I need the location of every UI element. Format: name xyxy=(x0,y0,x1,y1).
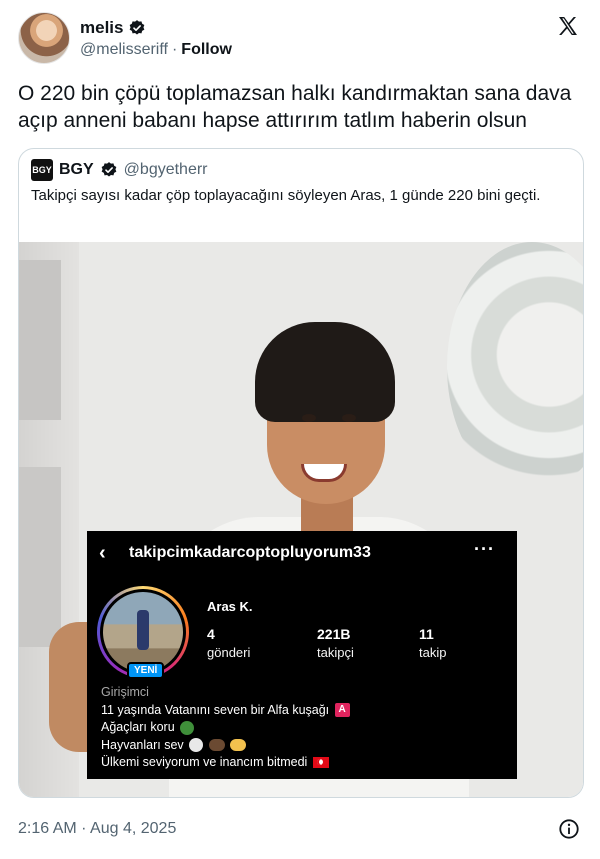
photo-wall-panel xyxy=(19,467,61,647)
photo-hair xyxy=(255,322,395,422)
instagram-profile-overlay: ‹ takipcimkadarcoptopluyorum33 ··· YENİ … xyxy=(87,531,517,779)
quoted-author-name[interactable]: BGY xyxy=(59,161,94,179)
rabbit-emoji-icon xyxy=(189,738,204,753)
ig-bio-category: Girişimci xyxy=(101,685,149,699)
ig-bio-line: Hayvanları sev xyxy=(101,737,350,755)
author-handle[interactable]: @melisseriff xyxy=(80,41,168,59)
more-options-icon[interactable]: ··· xyxy=(474,539,495,560)
ig-full-name: Aras K. xyxy=(207,599,253,614)
tweet-footer: 2:16 AM · Aug 4, 2025 xyxy=(18,818,584,842)
quoted-header: BGY BGY @bgyetherr xyxy=(31,159,208,181)
author-handle-row: @melisseriff · Follow xyxy=(80,41,232,59)
photo-eye xyxy=(342,414,356,422)
ig-avatar-photo xyxy=(103,592,183,672)
ig-stat-followers[interactable]: 221B takipçi xyxy=(317,626,354,660)
quoted-photo[interactable]: ‹ takipcimkadarcoptopluyorum33 ··· YENİ … xyxy=(19,242,583,797)
tree-emoji-icon xyxy=(180,720,195,735)
quoted-text: Takipçi sayısı kadar çöp toplayacağını s… xyxy=(31,187,541,204)
new-badge: YENİ xyxy=(127,662,165,679)
photo-mirror xyxy=(447,242,583,492)
info-icon[interactable] xyxy=(558,818,580,840)
ig-stat-posts[interactable]: 4 gönderi xyxy=(207,626,250,660)
heart-hands-emoji-icon xyxy=(230,739,247,752)
back-chevron-icon[interactable]: ‹ xyxy=(99,542,106,565)
verified-badge-icon xyxy=(101,162,117,177)
quoted-tweet[interactable]: BGY BGY @bgyetherr Takipçi sayısı kadar … xyxy=(18,148,584,798)
tweet-header: melis @melisseriff · Follow xyxy=(18,12,584,68)
ig-stat-following[interactable]: 11 takip xyxy=(419,626,446,660)
timestamp[interactable]: 2:16 AM · Aug 4, 2025 xyxy=(18,820,176,838)
verified-badge-icon xyxy=(130,20,145,35)
turkish-flag-emoji-icon xyxy=(312,757,329,769)
quoted-avatar[interactable]: BGY xyxy=(31,159,53,181)
author-name[interactable]: melis xyxy=(80,18,123,38)
follow-button[interactable]: Follow xyxy=(181,41,232,59)
ig-bio-line: Ülkemi seviyorum ve inancım bitmedi xyxy=(101,754,350,772)
quoted-author-handle[interactable]: @bgyetherr xyxy=(124,161,208,179)
author-avatar[interactable] xyxy=(18,12,70,64)
ig-bio: Girişimci 11 yaşında Vatanını seven bir … xyxy=(101,684,350,772)
tweet-text: O 220 bin çöpü toplamazsan halkı kandırm… xyxy=(18,82,572,132)
ig-bio-line: 11 yaşında Vatanını seven bir Alfa kuşağ… xyxy=(101,702,350,720)
photo-wall-panel xyxy=(19,260,61,420)
ig-bio-line: Ağaçları koru xyxy=(101,719,350,737)
x-logo-icon[interactable] xyxy=(556,14,580,38)
ig-username: takipcimkadarcoptopluyorum33 xyxy=(129,544,371,561)
red-a-badge-icon: A xyxy=(334,703,350,718)
boar-emoji-icon xyxy=(208,739,225,752)
author-name-row: melis xyxy=(80,18,146,38)
separator-dot: · xyxy=(171,41,178,58)
photo-eye xyxy=(302,414,316,422)
